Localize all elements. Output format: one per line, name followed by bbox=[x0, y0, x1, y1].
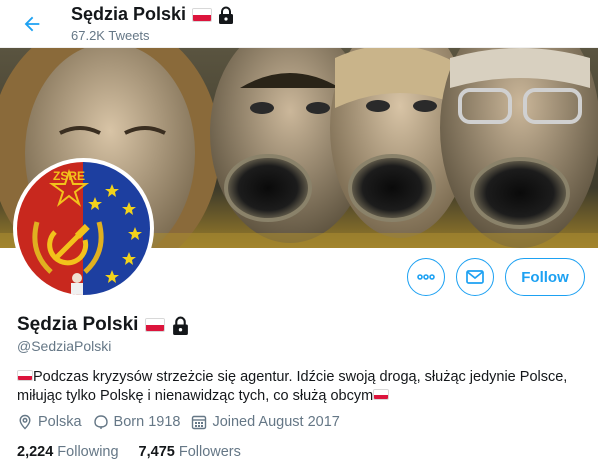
header-title: Sędzia Polski bbox=[71, 4, 234, 25]
message-icon bbox=[466, 270, 484, 284]
location-text: Polska bbox=[38, 414, 82, 430]
follow-button[interactable]: Follow bbox=[505, 258, 585, 296]
lock-icon bbox=[173, 316, 189, 335]
location-icon bbox=[19, 414, 31, 430]
joined-text: Joined August 2017 bbox=[212, 414, 340, 430]
poland-flag-icon bbox=[145, 318, 166, 332]
avatar-text: ZSRE bbox=[53, 169, 85, 183]
followers-count: 7,475 bbox=[138, 444, 175, 460]
poland-flag-icon bbox=[373, 389, 390, 401]
more-icon bbox=[417, 274, 435, 280]
back-button[interactable] bbox=[14, 6, 50, 42]
profile-name: Sędzia Polski bbox=[17, 314, 189, 336]
profile-display-name: Sędzia Polski bbox=[17, 314, 139, 335]
joined-item: Joined August 2017 bbox=[191, 414, 340, 430]
header-display-name: Sędzia Polski bbox=[71, 4, 187, 24]
following-label: Following bbox=[57, 444, 119, 460]
back-arrow-icon bbox=[24, 16, 40, 32]
poland-flag-icon bbox=[17, 370, 33, 382]
birth-item: Born 1918 bbox=[93, 414, 181, 430]
bio-text: Podczas kryzysów strzeżcie się agentur. … bbox=[17, 369, 568, 404]
following-count: 2,224 bbox=[17, 444, 54, 460]
avatar-image: ZSRE bbox=[17, 162, 150, 295]
calendar-icon bbox=[192, 415, 207, 430]
tweet-count: 67.2K Tweets bbox=[71, 28, 150, 43]
location-item: Polska bbox=[17, 414, 82, 430]
profile-bio: Podczas kryzysów strzeżcie się agentur. … bbox=[17, 368, 589, 406]
followers-link[interactable]: 7,475 Followers bbox=[139, 444, 241, 460]
profile-meta: Polska Born 1918 Joined August 2017 bbox=[17, 414, 351, 430]
profile-stats: 2,224 Following 7,475 Followers bbox=[17, 444, 261, 460]
birthday-icon bbox=[93, 415, 108, 429]
profile-avatar[interactable]: ZSRE bbox=[13, 158, 154, 299]
lock-icon bbox=[219, 6, 234, 24]
following-link[interactable]: 2,224 Following bbox=[17, 444, 119, 460]
poland-flag-icon bbox=[192, 7, 213, 22]
birth-text: Born 1918 bbox=[113, 414, 181, 430]
message-button[interactable] bbox=[456, 258, 494, 296]
more-button[interactable] bbox=[407, 258, 445, 296]
followers-label: Followers bbox=[178, 444, 241, 460]
profile-handle: @SedziaPolski bbox=[17, 338, 112, 354]
profile-header: Sędzia Polski 67.2K Tweets bbox=[0, 0, 598, 48]
